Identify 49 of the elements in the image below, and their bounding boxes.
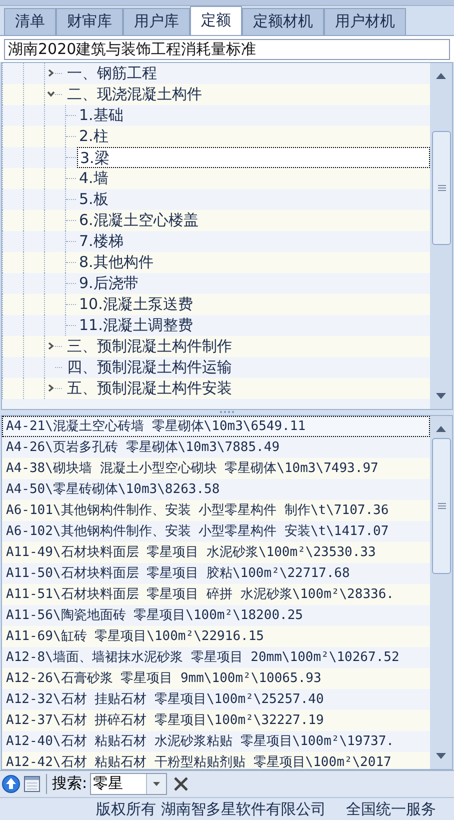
- result-row[interactable]: A4-38\砌块墙 混凝土小型空心砌块 零星砌体\10m3\7493.97: [2, 458, 430, 479]
- dropdown-caret-icon: [153, 782, 160, 786]
- tab[interactable]: 清单: [4, 8, 56, 35]
- scroll-thumb[interactable]: [432, 130, 451, 245]
- result-row[interactable]: A11-69\缸砖 零星项目\100m²\22916.15: [2, 626, 430, 647]
- tree-item[interactable]: 一、钢筋工程: [65, 62, 157, 84]
- grip-icon: [438, 502, 446, 509]
- library-field[interactable]: 湖南2020建筑与装饰工程消耗量标准: [4, 38, 450, 60]
- tree-item[interactable]: 8.其他构件: [77, 252, 154, 273]
- result-row[interactable]: A12-37\石材 拼碎石材 零星项目\100m²\32227.19: [2, 710, 430, 731]
- scroll-down-icon[interactable]: [436, 752, 446, 759]
- result-row[interactable]: A12-42\石材 粘贴石材 干粉型粘贴剂贴 零星项目\100m²\2017: [2, 752, 430, 769]
- scroll-thumb[interactable]: [432, 438, 451, 574]
- scroll-up-icon[interactable]: [436, 426, 446, 432]
- copyright-text: 版权所有 湖南智多星软件有限公司: [96, 798, 326, 820]
- tab[interactable]: 用户材机: [324, 8, 406, 35]
- tree-item[interactable]: 5.板: [77, 188, 108, 210]
- tab[interactable]: 用户库: [123, 8, 190, 35]
- tree-item[interactable]: 7.楼梯: [77, 230, 124, 252]
- expand-icon[interactable]: [47, 69, 55, 78]
- window-icon[interactable]: [23, 774, 41, 793]
- scrollbar[interactable]: [430, 416, 452, 769]
- tree-item[interactable]: 四、预制混凝土构件运输: [65, 356, 232, 378]
- tree-item[interactable]: 9.后浇带: [77, 272, 138, 294]
- tree-item[interactable]: 11.混凝土调整费: [77, 314, 193, 336]
- scrollbar[interactable]: [430, 62, 452, 409]
- grip-icon: [438, 184, 446, 191]
- tab[interactable]: 定额: [190, 6, 242, 35]
- clear-icon[interactable]: [174, 776, 188, 791]
- tab[interactable]: 财审库: [56, 8, 123, 35]
- scroll-up-icon[interactable]: [436, 72, 446, 79]
- result-row[interactable]: A12-26\石膏砂浆 零星项目 9mm\100m²\10065.93: [2, 668, 430, 689]
- expand-icon[interactable]: [47, 384, 55, 392]
- tree-item[interactable]: 4.墙: [77, 168, 108, 189]
- splitter-grip[interactable]: [220, 411, 234, 414]
- result-row[interactable]: A11-51\石材块料面层 零星项目 碎拼 水泥砂浆\100m²\28336.: [2, 584, 430, 605]
- expand-icon[interactable]: [47, 342, 55, 350]
- result-row[interactable]: A11-49\石材块料面层 零星项目 水泥砂浆\100m²\23530.33: [2, 542, 430, 563]
- search-combobox[interactable]: 零星: [90, 772, 168, 795]
- search-label: 搜索:: [52, 773, 88, 794]
- tab[interactable]: 定额材机: [242, 8, 324, 35]
- result-row[interactable]: A6-101\其他钢构件制作、安装 小型零星构件 制作\t\7107.36: [2, 500, 430, 521]
- scroll-down-icon[interactable]: [436, 392, 446, 399]
- result-row[interactable]: A4-21\混凝土空心砖墙 零星砌体\10m3\6549.11: [2, 416, 430, 437]
- collapse-icon[interactable]: [47, 91, 55, 98]
- service-text: 全国统一服务: [346, 798, 436, 820]
- tree-item[interactable]: 1.基础: [77, 104, 124, 126]
- tree-item[interactable]: 2.柱: [77, 126, 108, 147]
- tree-item[interactable]: 3.梁: [77, 146, 430, 168]
